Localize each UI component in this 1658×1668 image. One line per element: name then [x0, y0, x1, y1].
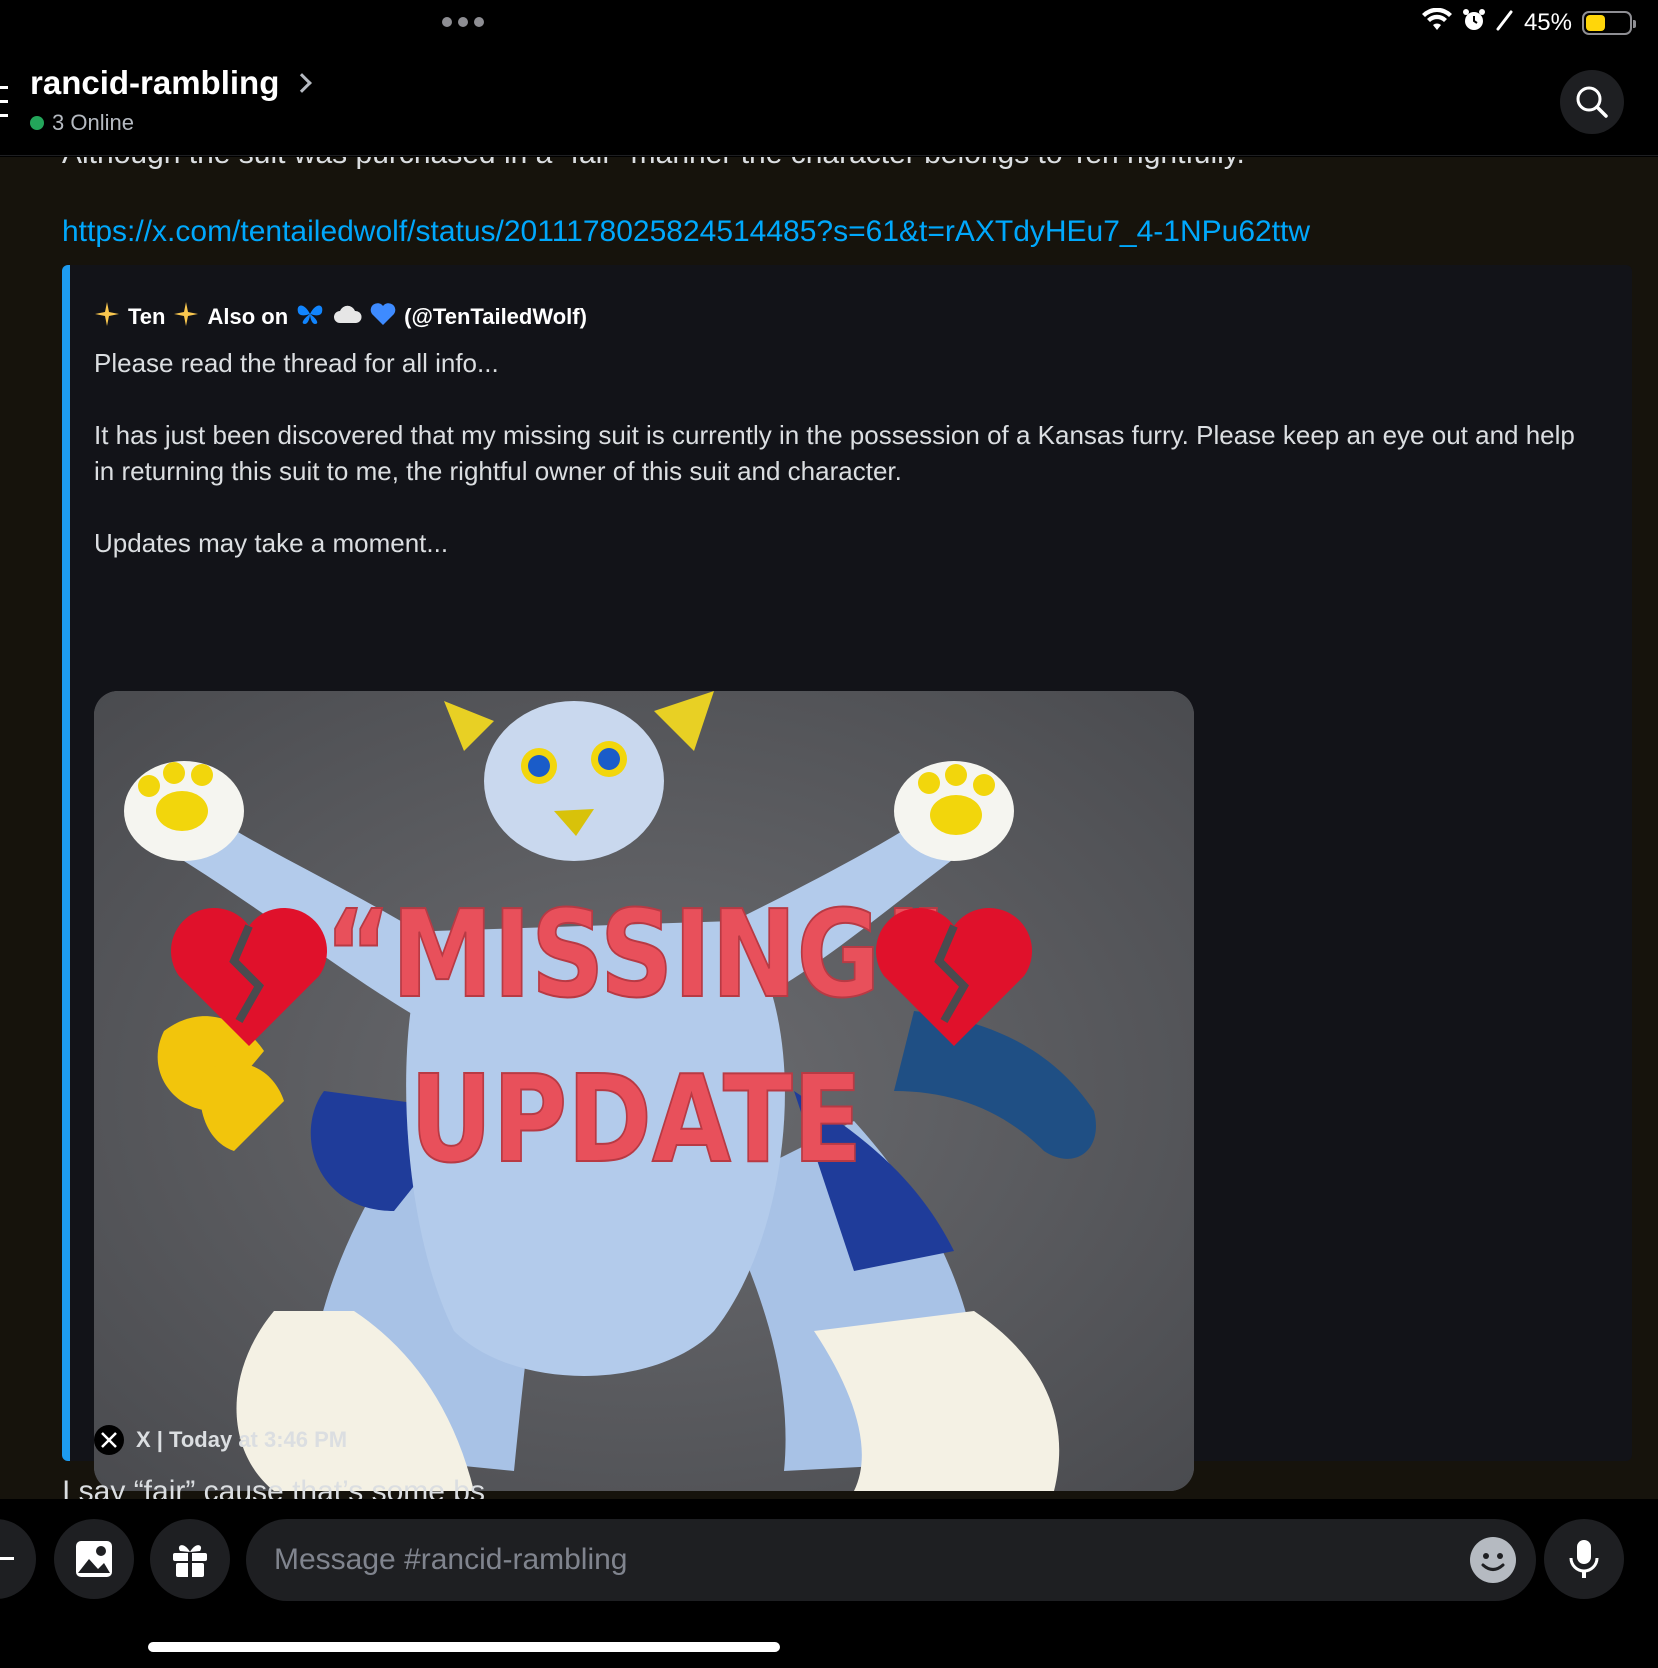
online-count: 3 Online	[52, 110, 134, 135]
message-list[interactable]: Although the suit was purchased in a “fa…	[0, 157, 1658, 1499]
channel-name: rancid-rambling	[30, 64, 280, 101]
sparkles-icon	[94, 301, 120, 333]
battery-percent: 45%	[1523, 9, 1572, 36]
online-status: 3 Online	[30, 110, 134, 136]
embed-author[interactable]: Ten Also on (@TenTailedWolf)	[94, 301, 587, 333]
message-link[interactable]: https://x.com/tentailedwolf/status/20111…	[62, 215, 1310, 249]
back-icon[interactable]	[0, 80, 8, 120]
home-indicator[interactable]	[148, 1642, 780, 1652]
battery-fill	[1586, 15, 1605, 31]
chevron-right-icon	[292, 73, 313, 93]
search-icon	[1576, 86, 1608, 118]
embed-description-line: It has just been discovered that my miss…	[94, 420, 1575, 486]
battery-icon	[1582, 11, 1636, 35]
search-button[interactable]	[1560, 70, 1624, 134]
message-text: I say “fair” cause that’s some bs	[62, 1475, 485, 1499]
sparkles-icon	[173, 301, 199, 333]
gift-button[interactable]	[150, 1519, 230, 1599]
online-dot-icon	[30, 116, 44, 130]
message-composer	[0, 1499, 1658, 1668]
emoji-icon	[1481, 1553, 1505, 1571]
blue-heart-icon	[370, 302, 396, 332]
x-logo-icon	[94, 1425, 124, 1455]
channel-title[interactable]: rancid-rambling	[30, 64, 313, 102]
status-indicators: 45%	[1421, 7, 1636, 39]
alarm-icon	[1462, 8, 1486, 39]
attach-image-button[interactable]	[54, 1519, 134, 1599]
voice-message-button[interactable]	[1544, 1519, 1624, 1599]
channel-header: rancid-rambling 3 Online	[0, 46, 1658, 156]
fursuit-photo: “MISSING” UPDATE	[94, 691, 1194, 1491]
overlay-line-1: “MISSING”	[325, 886, 948, 1025]
butterfly-icon	[296, 302, 324, 332]
more-actions-button[interactable]	[0, 1519, 36, 1599]
embed-author-name: Ten	[128, 304, 166, 329]
pencil-icon	[1496, 9, 1514, 38]
embed-author-handle: (@TenTailedWolf)	[404, 304, 587, 329]
embed-author-also-on: Also on	[207, 304, 289, 329]
image-icon	[76, 1541, 112, 1577]
embed-description-line: Please read the thread for all info...	[94, 348, 499, 378]
wifi-icon	[1421, 7, 1452, 39]
embed-footer-text: X | Today at 3:46 PM	[136, 1427, 348, 1452]
embed-footer: X | Today at 3:46 PM	[94, 1425, 347, 1455]
gift-icon	[173, 1545, 207, 1577]
embed-image[interactable]: “MISSING” UPDATE	[94, 691, 1194, 1491]
multitasking-dots[interactable]	[442, 17, 484, 27]
overlay-line-2: UPDATE	[410, 1051, 863, 1190]
message-text: Although the suit was purchased in a “fa…	[62, 157, 1245, 171]
embed-description: Please read the thread for all info... I…	[94, 345, 1594, 561]
emoji-button[interactable]	[1470, 1537, 1516, 1583]
cloud-icon	[332, 303, 362, 331]
message-input[interactable]	[246, 1519, 1536, 1601]
link-embed[interactable]: Ten Also on (@TenTailedWolf) Please read…	[62, 265, 1632, 1491]
microphone-icon	[1569, 1540, 1599, 1578]
embed-description-line: Updates may take a moment...	[94, 528, 449, 558]
status-bar: 45%	[0, 0, 1658, 46]
